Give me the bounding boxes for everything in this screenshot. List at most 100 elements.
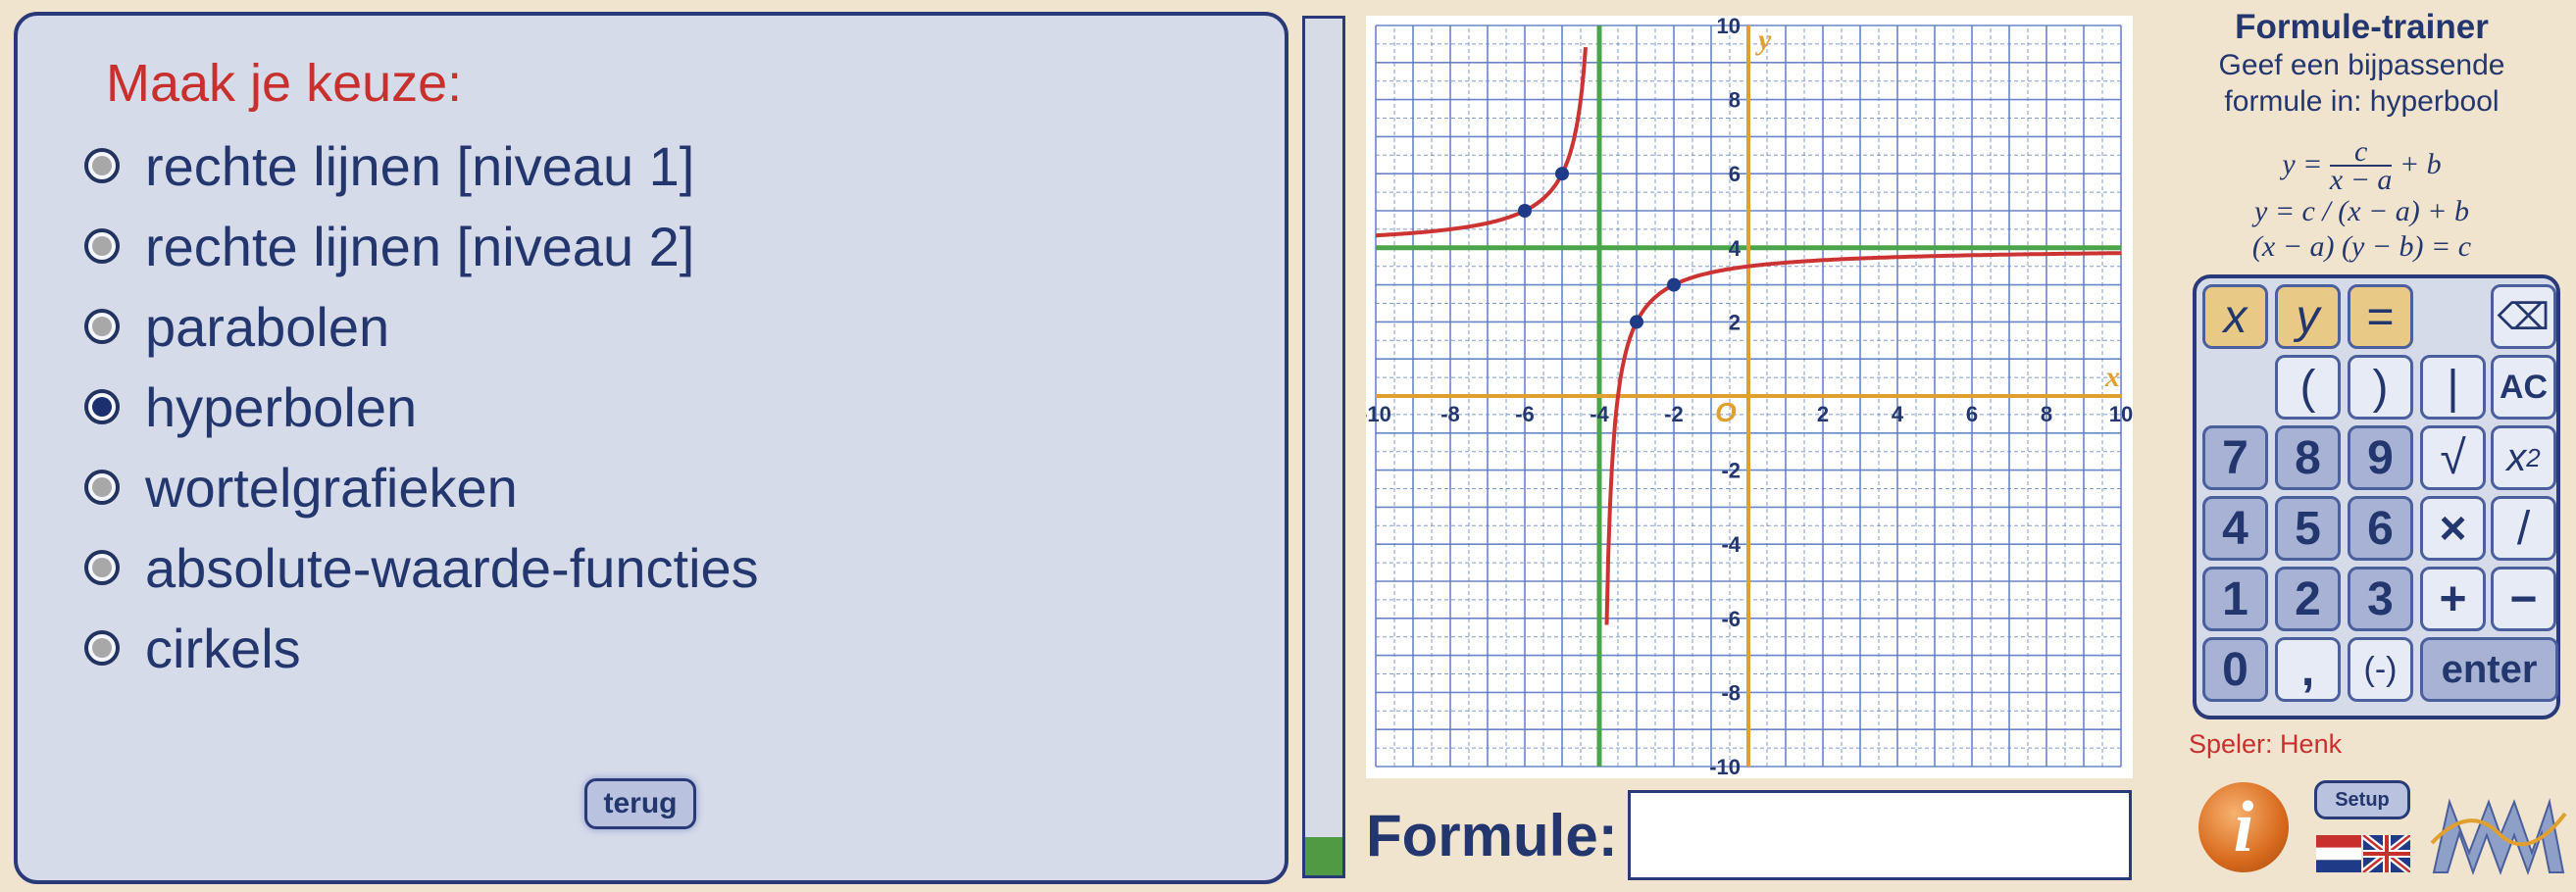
- key-absolute[interactable]: |: [2420, 355, 2486, 420]
- key-negate[interactable]: (-): [2348, 637, 2413, 702]
- key-8[interactable]: 8: [2275, 425, 2341, 490]
- y-tick-label: 2: [1729, 310, 1741, 334]
- radio-icon[interactable]: [84, 470, 120, 505]
- hint-numerator: c: [2329, 137, 2393, 167]
- option-straight-lines-1[interactable]: rechte lijnen [niveau 1]: [84, 125, 759, 206]
- x-tick-label: 8: [2041, 402, 2052, 426]
- key-enter[interactable]: enter: [2420, 637, 2558, 702]
- key-backspace-icon[interactable]: ⌫: [2491, 284, 2556, 349]
- x-tick-label: -6: [1515, 402, 1535, 426]
- key-divide[interactable]: /: [2491, 496, 2556, 561]
- graph-point: [1667, 277, 1681, 292]
- option-label: cirkels: [145, 617, 301, 679]
- graph-point: [1555, 167, 1569, 181]
- progress-fill: [1305, 836, 1342, 875]
- graph-point: [1518, 204, 1532, 218]
- key-multiply[interactable]: ×: [2420, 496, 2486, 561]
- key-4[interactable]: 4: [2202, 496, 2268, 561]
- option-root-graphs[interactable]: wortelgrafieken: [84, 447, 759, 527]
- formula-hint-linear: y = c / (x − a) + b: [2254, 195, 2469, 227]
- key-x[interactable]: x: [2202, 284, 2268, 349]
- instruction-line-2: formule in: hyperbool: [2224, 85, 2500, 118]
- back-button[interactable]: terug: [584, 778, 696, 829]
- option-list: rechte lijnen [niveau 1] rechte lijnen […: [84, 125, 759, 688]
- key-minus[interactable]: −: [2491, 567, 2556, 631]
- choice-title: Maak je keuze:: [106, 54, 463, 113]
- y-tick-label: -4: [1721, 532, 1741, 557]
- key-plus[interactable]: +: [2420, 567, 2486, 631]
- key-9[interactable]: 9: [2348, 425, 2413, 490]
- option-parabolas[interactable]: parabolen: [84, 286, 759, 367]
- player-name: Speler: Henk: [2189, 729, 2343, 759]
- key-3[interactable]: 3: [2348, 567, 2413, 631]
- option-circles[interactable]: cirkels: [84, 608, 759, 688]
- x-tick-label: -4: [1590, 402, 1609, 426]
- instruction-line-1: Geef een bijpassende: [2218, 49, 2505, 81]
- x-tick-label: 4: [1892, 402, 1904, 426]
- hyperbola-branch-right: [1604, 251, 2121, 625]
- key-clear-all[interactable]: AC: [2491, 355, 2556, 420]
- key-5[interactable]: 5: [2275, 496, 2341, 561]
- graph-area: -10 -8 -6 -4 -2 2 4 6 8 10 10 8 6 4 2 -2 -4 -6 -8 -10 x y O: [1366, 16, 2133, 778]
- info-icon: i: [2233, 786, 2254, 867]
- app-title: Formule-trainer: [2235, 8, 2489, 46]
- keypad: x y = ⌫ ( ) | AC 7 8 9 √ x2 4 5 6 × / 1 …: [2193, 274, 2560, 719]
- formula-input[interactable]: [1628, 790, 2132, 880]
- key-comma[interactable]: ,: [2275, 637, 2341, 702]
- hint-rhs: + b: [2399, 147, 2442, 180]
- formula-hints: y = c x − a + b y = c / (x − a) + b (x −…: [2147, 137, 2576, 265]
- key-right-paren[interactable]: ): [2348, 355, 2413, 420]
- radio-icon[interactable]: [84, 309, 120, 344]
- setup-button[interactable]: Setup: [2314, 780, 2410, 819]
- hint-fraction: c x − a: [2329, 137, 2393, 196]
- x-tick-label: -2: [1664, 402, 1684, 426]
- y-tick-label: 6: [1729, 162, 1741, 186]
- wm-logo-icon: [2430, 798, 2567, 875]
- formula-hint-fraction: y = c x − a + b: [2147, 137, 2576, 196]
- x-tick-label: -10: [1366, 402, 1391, 426]
- origin-label: O: [1715, 397, 1737, 427]
- key-7[interactable]: 7: [2202, 425, 2268, 490]
- option-label: wortelgrafieken: [145, 456, 518, 519]
- key-square[interactable]: x2: [2491, 425, 2556, 490]
- radio-icon[interactable]: [84, 228, 120, 264]
- radio-icon[interactable]: [84, 389, 120, 424]
- key-y[interactable]: y: [2275, 284, 2341, 349]
- x-axis-label: x: [2104, 361, 2120, 393]
- y-axis-label: y: [1755, 24, 1772, 56]
- radio-icon[interactable]: [84, 630, 120, 666]
- key-1[interactable]: 1: [2202, 567, 2268, 631]
- formula-hint-product: (x − a) (y − b) = c: [2251, 230, 2472, 263]
- hyperbola-graph: -10 -8 -6 -4 -2 2 4 6 8 10 10 8 6 4 2 -2 -4 -6 -8 -10 x y O: [1366, 16, 2133, 778]
- option-straight-lines-2[interactable]: rechte lijnen [niveau 2]: [84, 206, 759, 286]
- info-button[interactable]: i: [2198, 782, 2289, 872]
- option-label: rechte lijnen [niveau 1]: [145, 134, 695, 197]
- key-left-paren[interactable]: (: [2275, 355, 2341, 420]
- y-tick-label: -2: [1721, 459, 1741, 483]
- hint-lhs: y =: [2282, 147, 2323, 180]
- y-tick-label: 8: [1729, 88, 1741, 113]
- option-label: absolute-waarde-functies: [145, 536, 759, 599]
- x-tick-label: 6: [1966, 402, 1978, 426]
- hyperbola-branch-left: [1376, 46, 1588, 238]
- option-hyperbolas[interactable]: hyperbolen: [84, 367, 759, 447]
- square-exponent: 2: [2526, 442, 2541, 472]
- graph-point: [1630, 315, 1643, 329]
- info-panel: Formule-trainer Geef een bijpassende for…: [2147, 8, 2576, 265]
- square-base: x: [2506, 435, 2527, 479]
- app-root: Maak je keuze: rechte lijnen [niveau 1] …: [0, 0, 2576, 892]
- key-0[interactable]: 0: [2202, 637, 2268, 702]
- key-2[interactable]: 2: [2275, 567, 2341, 631]
- key-6[interactable]: 6: [2348, 496, 2413, 561]
- radio-icon[interactable]: [84, 148, 120, 183]
- radio-icon[interactable]: [84, 550, 120, 585]
- option-label: hyperbolen: [145, 375, 418, 438]
- hint-denominator: x − a: [2329, 164, 2393, 196]
- key-sqrt-icon[interactable]: √: [2420, 425, 2486, 490]
- key-equals[interactable]: =: [2348, 284, 2413, 349]
- option-absolute-value[interactable]: absolute-waarde-functies: [84, 527, 759, 608]
- y-tick-label: 10: [1717, 16, 1741, 38]
- x-tick-label: -8: [1440, 402, 1460, 426]
- language-flags-icon[interactable]: [2316, 835, 2410, 872]
- progress-bar: [1302, 16, 1345, 878]
